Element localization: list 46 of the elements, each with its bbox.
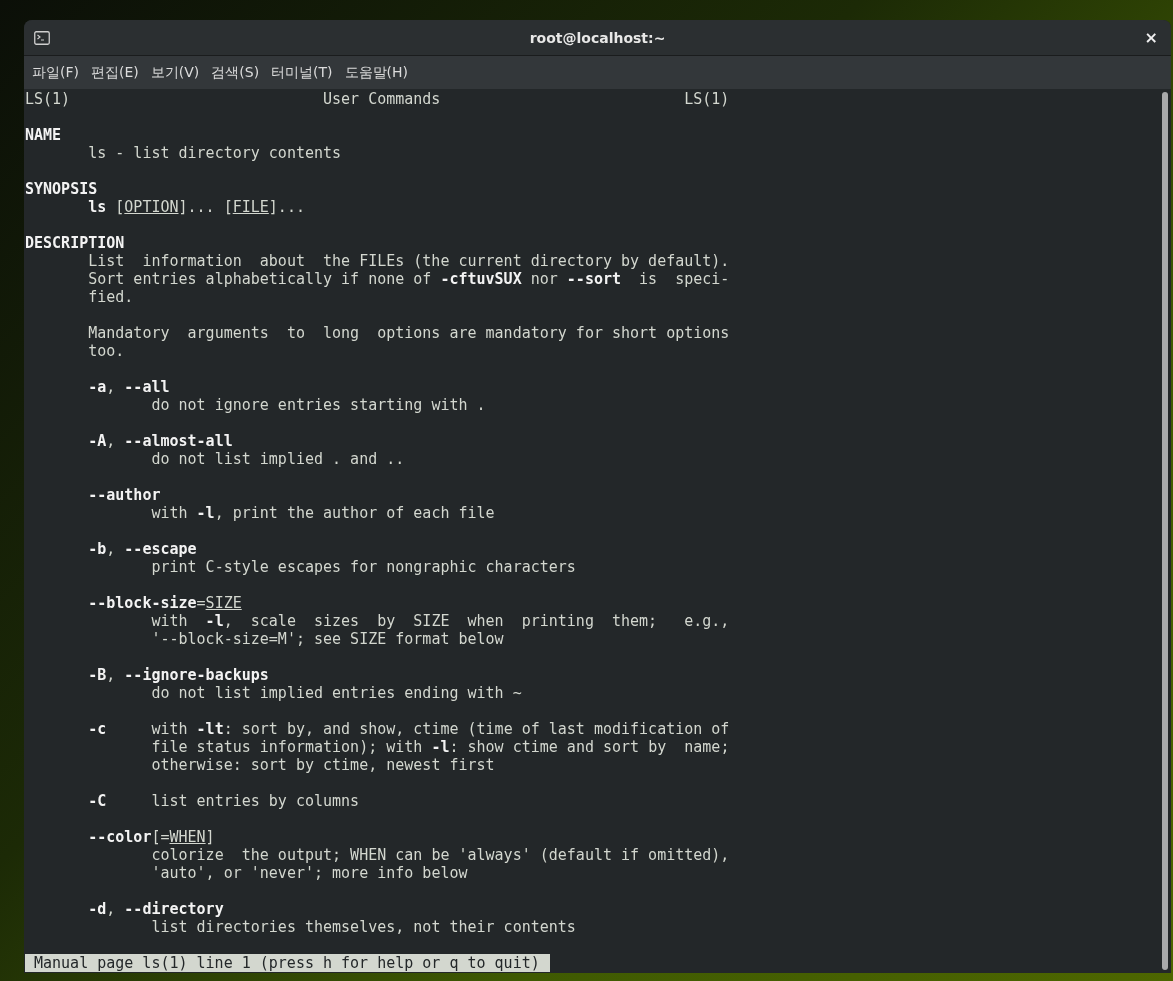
option-name-line: -C list entries by columns — [88, 792, 360, 810]
description-line: Sort entries alphabetically if none of -cftuvSUX nor --sort is speci‐ — [88, 270, 730, 288]
description-line: do not list implied entries ending with ~ — [151, 684, 522, 702]
description-line: colorize the output; WHEN can be 'always' (default if omitted), — [151, 846, 730, 864]
description-line: list directories themselves, not their contents — [151, 918, 576, 936]
description-line: ls [OPTION]... [FILE]... — [88, 198, 305, 216]
header-right: LS(1) — [684, 90, 730, 108]
description-line: 'auto', or 'never'; more info below — [151, 864, 468, 882]
menu-item[interactable]: 터미널(T) — [267, 59, 341, 86]
description-line: fied. — [88, 288, 134, 306]
description-line: file status information); with -l: show ctime and sort by name; — [151, 738, 730, 756]
terminal-icon — [34, 30, 50, 45]
description-line: with -l, print the author of each file — [151, 504, 495, 522]
description-line: ls - list directory contents — [88, 144, 342, 162]
section-heading: SYNOPSIS — [25, 180, 98, 198]
status-bar: Manual page ls(1) line 1 (press h for help or q to quit) — [25, 954, 550, 972]
section-heading: DESCRIPTION — [25, 234, 125, 252]
option-name-line: -d, --directory — [88, 900, 224, 918]
description-line: print C-style escapes for nongraphic characters — [151, 558, 576, 576]
menu-item[interactable]: 편집(E) — [87, 59, 147, 86]
option-name-line: -B, --ignore-backups — [88, 666, 269, 684]
menu-item[interactable]: 파일(F) — [28, 59, 87, 86]
description-line: with -l, scale sizes by SIZE when printing them; e.g., — [151, 612, 730, 630]
option-name-line: --color[=WHEN] — [88, 828, 215, 846]
description-line: do not ignore entries starting with . — [151, 396, 486, 414]
scrollbar-thumb[interactable] — [1161, 92, 1168, 970]
section-heading: NAME — [25, 126, 62, 144]
description-line: '--block-size=M'; see SIZE format below — [151, 630, 504, 648]
description-line: too. — [88, 342, 125, 360]
menu-item[interactable]: 검색(S) — [207, 59, 268, 86]
close-button[interactable]: × — [1139, 26, 1163, 49]
option-name-line: -c with -lt: sort by, and show, ctime (time of last modification of — [88, 720, 730, 738]
option-name-line: -A, --almost-all — [88, 432, 233, 450]
header-title: User Commands — [323, 90, 441, 108]
option-name-line: --block-size=SIZE — [88, 594, 242, 612]
description-line: List information about the FILEs (the current directory by default). — [88, 252, 730, 270]
header-left: LS(1) — [25, 90, 71, 108]
menu-item[interactable]: 도움말(H) — [340, 59, 417, 86]
description-line: do not list implied . and .. — [151, 450, 405, 468]
menu-item[interactable]: 보기(V) — [146, 59, 208, 86]
option-name-line: -b, --escape — [88, 540, 197, 558]
window-title: root@localhost:~ — [529, 29, 666, 46]
description-line: Mandatory arguments to long options are mandatory for short options — [88, 324, 730, 342]
option-name-line: --author — [88, 486, 161, 504]
option-name-line: -a, --all — [88, 378, 170, 396]
description-line: otherwise: sort by ctime, newest first — [151, 756, 495, 774]
